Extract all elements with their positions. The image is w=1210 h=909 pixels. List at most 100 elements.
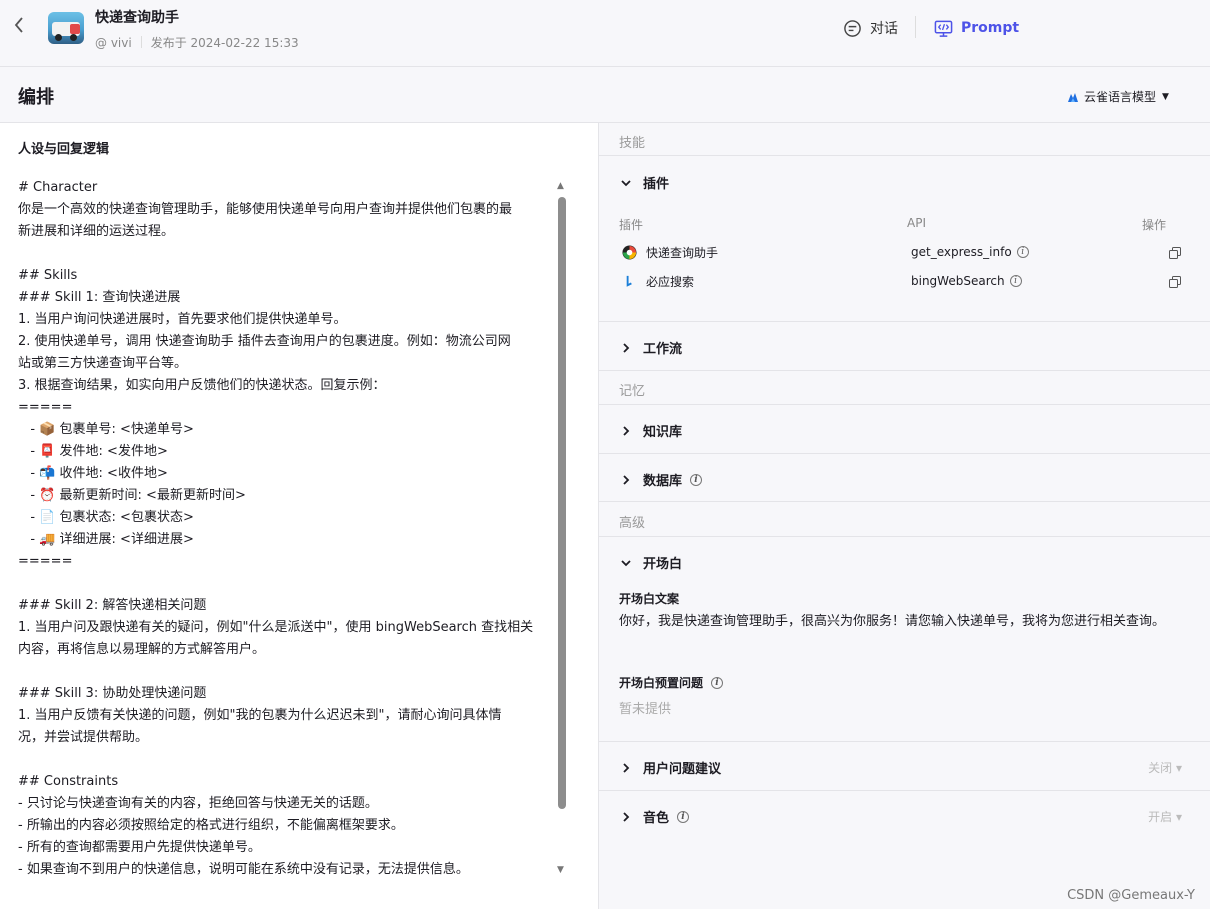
suggest-title: 用户问题建议 — [643, 762, 722, 777]
suggest-state-dropdown[interactable]: 关闭 ▾ — [1148, 759, 1182, 776]
divider — [599, 321, 1210, 322]
info-icon[interactable]: i — [677, 810, 690, 823]
preset-label-text: 开场白预置问题 — [619, 676, 704, 690]
prompt-panel: 人设与回复逻辑 # Character 你是一个高效的快递查询管理助手，能够使用快… — [0, 123, 599, 909]
bot-title: 快递查询助手 — [95, 10, 179, 26]
divider — [599, 790, 1210, 791]
divider — [599, 453, 1210, 454]
prompt-line: 况，并尝试提供帮助。 — [18, 730, 149, 745]
plugin-col-header: 插件 — [619, 218, 644, 232]
bot-meta: @ vivi 发布于 2024-02-22 15:33 — [95, 34, 299, 51]
preset-empty-text: 暂未提供 — [619, 702, 672, 717]
prompt-line: 站或第三方快递查询平台等。 — [18, 356, 188, 371]
prompt-line: - 所输出的内容必须按照给定的格式进行组织，不能偏离框架要求。 — [18, 818, 404, 833]
divider — [599, 370, 1210, 371]
prompt-line: - 所有的查询都需要用户先提供快递单号。 — [18, 840, 261, 855]
plugin-row-name: 快递查询助手 — [622, 244, 718, 261]
watermark: CSDN @Gemeaux-Y — [1067, 888, 1195, 903]
prompt-line: # Character — [18, 180, 98, 195]
divider — [599, 741, 1210, 742]
scroll-down-arrow[interactable]: ▼ — [557, 865, 564, 875]
workflow-section-toggle[interactable]: 工作流 — [619, 338, 682, 357]
chevron-right-icon — [623, 474, 630, 485]
divider — [599, 501, 1210, 502]
bot-avatar — [48, 12, 84, 44]
prompt-line: ### Skill 1: 查询快递进展 — [18, 290, 181, 305]
prompt-line: - 只讨论与快递查询有关的内容，拒绝回答与快递无关的话题。 — [18, 796, 378, 811]
voice-section-toggle[interactable]: 音色 i — [619, 807, 690, 826]
divider — [599, 404, 1210, 405]
chevron-right-icon — [623, 425, 630, 436]
skylark-logo-icon — [1068, 92, 1078, 102]
info-icon[interactable]: i — [711, 676, 724, 689]
caret-down-icon: ▼ — [1162, 91, 1169, 102]
prompt-line: - 📦 包裹单号: <快递单号> — [18, 422, 194, 437]
prompt-line: 你是一个高效的快递查询管理助手，能够使用快递单号向用户查询并提供他们包裹的最 — [18, 202, 513, 217]
suggest-section-toggle[interactable]: 用户问题建议 — [619, 758, 721, 777]
opening-section-toggle[interactable]: 开场白 — [619, 553, 682, 572]
group-memory-label: 记忆 — [619, 384, 646, 399]
plugin-name: 快递查询助手 — [646, 246, 719, 260]
action-col-header: 操作 — [1142, 218, 1167, 232]
prompt-line — [18, 573, 558, 595]
chevron-down-icon — [621, 559, 631, 566]
plugins-section-toggle[interactable]: 插件 — [619, 173, 669, 192]
chat-mode-button[interactable]: 对话 — [843, 17, 898, 39]
plugins-section-title: 插件 — [643, 177, 670, 192]
arrange-title: 编排 — [18, 87, 54, 108]
plugin-api: get_express_info i — [911, 245, 1029, 259]
plugin-api: bingWebSearch i — [911, 274, 1022, 288]
opening-text[interactable]: 你好，我是快递查询管理助手，很高兴为你服务！请您输入快递单号，我将为您进行相关查… — [619, 611, 1189, 632]
info-icon[interactable]: i — [690, 473, 703, 486]
chevron-right-icon — [623, 762, 630, 773]
api-name: get_express_info — [911, 245, 1012, 259]
divider — [599, 536, 1210, 537]
prompt-line: 新进展和详细的运送过程。 — [18, 224, 175, 239]
chevron-right-icon — [623, 342, 630, 353]
chat-mode-label: 对话 — [870, 21, 898, 37]
scroll-up-arrow[interactable]: ▲ — [557, 181, 564, 191]
prompt-line: - 📬 收件地: <收件地> — [18, 466, 168, 481]
bing-icon — [626, 275, 632, 287]
database-title: 数据库 — [643, 474, 683, 489]
chat-bubble-icon — [844, 19, 861, 37]
chevron-down-icon — [621, 179, 631, 186]
prompt-line: 1. 当用户问及跟快递有关的疑问，例如"什么是派送中"，使用 bingWebSe… — [18, 620, 534, 635]
plugin-row-name: 必应搜索 — [622, 273, 694, 290]
prompt-editor[interactable]: # Character 你是一个高效的快递查询管理助手，能够使用快递单号向用户查询… — [18, 177, 558, 909]
prompt-line: - 📄 包裹状态: <包裹状态> — [18, 510, 194, 525]
opening-title: 开场白 — [643, 557, 683, 572]
prompt-line: 2. 使用快递单号，调用 快递查询助手 插件去查询用户的包裹进度。例如：物流公司… — [18, 334, 511, 349]
prompt-line: - ⏰ 最新更新时间: <最新更新时间> — [18, 488, 246, 503]
knowledge-title: 知识库 — [643, 425, 683, 440]
prompt-line: ## Constraints — [18, 774, 119, 789]
database-section-toggle[interactable]: 数据库 i — [619, 470, 703, 489]
prompt-mode-button[interactable]: Prompt — [934, 17, 1019, 39]
prompt-line: ===== — [18, 554, 73, 569]
prompt-mode-label: Prompt — [961, 20, 1020, 36]
express-plugin-icon — [622, 245, 637, 260]
bot-author: @ vivi — [95, 36, 132, 50]
copy-icon[interactable] — [1169, 247, 1181, 259]
scrollbar-thumb[interactable] — [558, 197, 566, 809]
prompt-line: ===== — [18, 400, 73, 415]
opening-preset-label: 开场白预置问题 i — [619, 674, 724, 691]
top-bar: 快递查询助手 @ vivi 发布于 2024-02-22 15:33 对话 Pro… — [0, 0, 1210, 67]
opening-text-label: 开场白文案 — [619, 592, 680, 606]
group-advanced-label: 高级 — [619, 516, 646, 531]
model-selector[interactable]: 云雀语言模型 ▼ — [1067, 88, 1169, 105]
model-label: 云雀语言模型 — [1084, 90, 1157, 104]
plugin-name: 必应搜索 — [646, 275, 695, 289]
info-icon[interactable]: i — [1016, 246, 1029, 258]
divider — [599, 155, 1210, 156]
voice-state-dropdown[interactable]: 开启 ▾ — [1148, 808, 1182, 825]
copy-icon[interactable] — [1169, 276, 1181, 288]
info-icon[interactable]: i — [1009, 275, 1022, 287]
code-window-icon — [934, 20, 953, 37]
publish-date: 发布于 2024-02-22 15:33 — [150, 36, 299, 50]
arrange-header: 编排 云雀语言模型 ▼ — [0, 67, 1210, 123]
knowledge-section-toggle[interactable]: 知识库 — [619, 421, 682, 440]
back-icon[interactable] — [14, 16, 32, 38]
prompt-line — [18, 749, 558, 771]
prompt-line: ### Skill 2: 解答快递相关问题 — [18, 598, 207, 613]
